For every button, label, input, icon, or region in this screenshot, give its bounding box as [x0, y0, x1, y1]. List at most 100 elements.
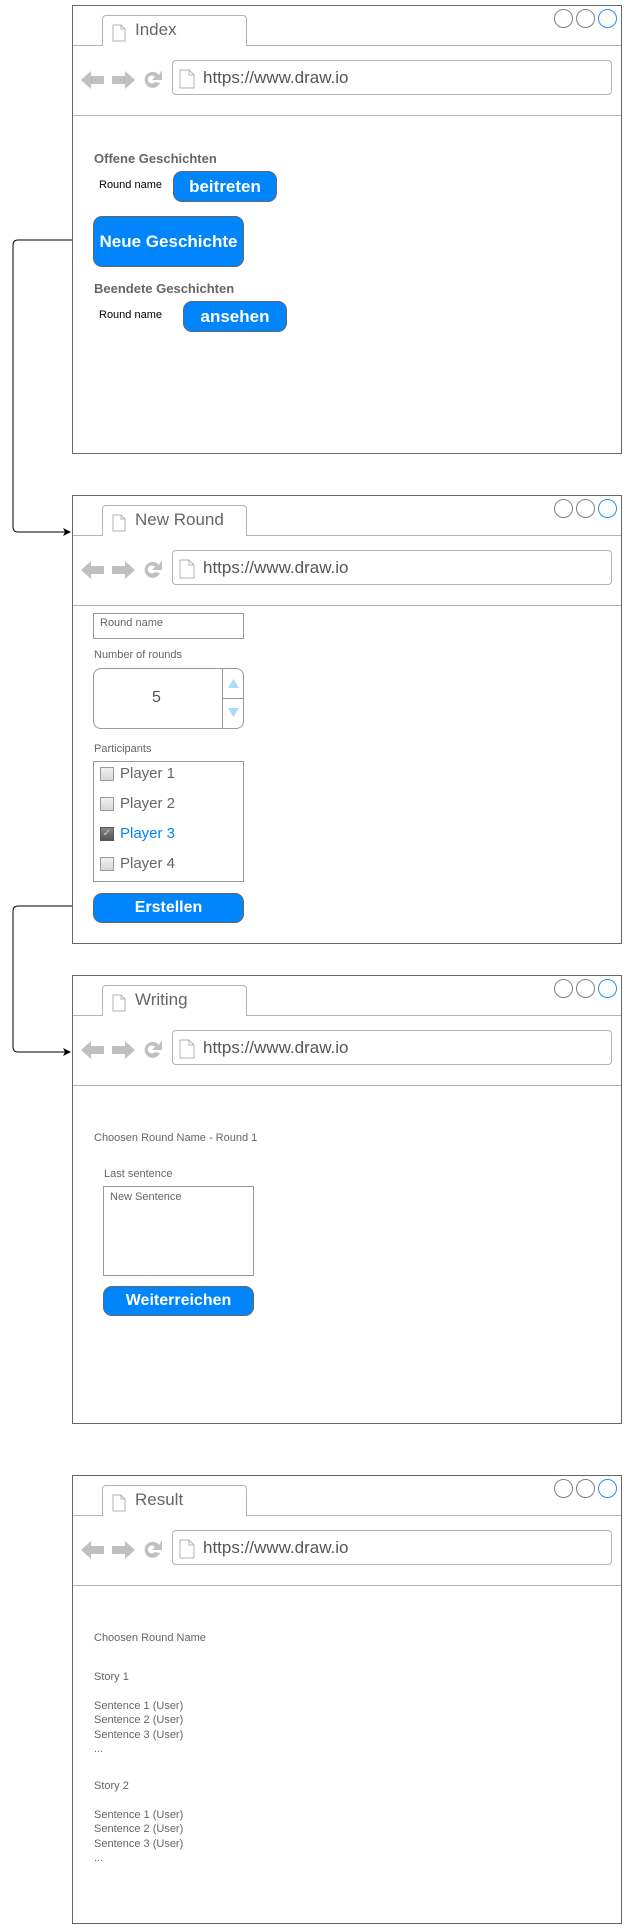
result-content: Choosen Round Name Story 1 Sentence 1 (U… [73, 1586, 621, 1923]
refresh-icon[interactable] [141, 1039, 163, 1061]
url-bar[interactable]: https://www.draw.io [172, 1030, 612, 1065]
rounds-label: Number of rounds [94, 649, 183, 661]
page-icon [112, 1494, 126, 1512]
index-content: Offene Geschichten Round name beitreten … [73, 116, 621, 453]
minimize-icon[interactable] [554, 499, 573, 518]
forward-arrow-icon[interactable] [111, 70, 135, 90]
participant-item[interactable]: Player 2 [100, 795, 175, 812]
browser-window-result: Result https://www.draw.io Choosen Round… [72, 1475, 622, 1924]
maximize-icon[interactable] [576, 979, 595, 998]
close-icon[interactable] [598, 9, 617, 28]
tab-new-round[interactable]: New Round [102, 505, 247, 536]
open-round-name: Round name [99, 179, 162, 191]
minimize-icon[interactable] [554, 1479, 573, 1498]
participant-item[interactable]: ✓ Player 3 [100, 825, 175, 842]
page-icon [179, 69, 195, 89]
page-icon [112, 24, 126, 42]
tab-title: Writing [135, 990, 188, 1009]
maximize-icon[interactable] [576, 1479, 595, 1498]
back-arrow-icon[interactable] [81, 1540, 105, 1560]
participant-item[interactable]: Player 4 [100, 855, 175, 872]
round-title: Choosen Round Name [94, 1632, 206, 1644]
forward-arrow-icon[interactable] [111, 1540, 135, 1560]
view-button[interactable]: ansehen [183, 301, 287, 332]
rounds-value: 5 [152, 689, 161, 706]
participants-list: Player 1 Player 2 ✓ Player 3 Player 4 [93, 761, 244, 882]
create-button[interactable]: Erstellen [93, 893, 244, 923]
forward-arrow-icon[interactable] [111, 1040, 135, 1060]
pass-on-button[interactable]: Weiterreichen [103, 1286, 254, 1316]
nav-buttons [81, 1539, 163, 1561]
nav-buttons [81, 69, 163, 91]
tab-index[interactable]: Index [102, 15, 247, 46]
sentence-textarea[interactable]: New Sentence [103, 1186, 254, 1276]
new-story-button[interactable]: Neue Geschichte [93, 216, 244, 267]
minimize-icon[interactable] [554, 9, 573, 28]
participants-label: Participants [94, 743, 152, 755]
close-icon[interactable] [598, 499, 617, 518]
story-block: Story 1 Sentence 1 (User) Sentence 2 (Us… [94, 1670, 183, 1757]
url-text: https://www.draw.io [203, 558, 349, 577]
close-icon[interactable] [598, 979, 617, 998]
window-controls [554, 9, 617, 28]
open-stories-heading: Offene Geschichten [94, 151, 217, 166]
new-round-content: Round name Number of rounds 5 Participan… [73, 606, 621, 943]
story-sentence: Sentence 2 (User) [94, 1823, 184, 1835]
page-icon [179, 559, 195, 579]
close-icon[interactable] [598, 1479, 617, 1498]
increment-icon[interactable] [228, 679, 239, 688]
story-sentence: Sentence 3 (User) [94, 1837, 184, 1850]
story-sentence: Sentence 1 (User) [94, 1699, 184, 1712]
checkbox[interactable] [100, 856, 114, 871]
refresh-icon[interactable] [141, 559, 163, 581]
page-icon [179, 1539, 195, 1559]
story-sentence: Sentence 3 (User) [94, 1728, 184, 1741]
decrement-icon[interactable] [228, 708, 239, 717]
url-text: https://www.draw.io [203, 68, 349, 87]
browser-window-writing: Writing https://www.draw.io Choosen Roun… [72, 975, 622, 1424]
url-bar[interactable]: https://www.draw.io [172, 550, 612, 585]
refresh-icon[interactable] [141, 69, 163, 91]
checkbox[interactable] [100, 766, 114, 781]
maximize-icon[interactable] [576, 9, 595, 28]
story-title: Story 1 [94, 1671, 129, 1683]
writing-content: Choosen Round Name - Round 1 Last senten… [73, 1086, 621, 1423]
tab-title: Index [135, 20, 177, 39]
nav-buttons [81, 559, 163, 581]
rounds-stepper[interactable]: 5 [93, 668, 244, 729]
url-bar[interactable]: https://www.draw.io [172, 1530, 612, 1565]
round-title: Choosen Round Name - Round 1 [94, 1132, 258, 1144]
checkbox-checked[interactable]: ✓ [100, 826, 114, 841]
round-name-input[interactable]: Round name [93, 613, 244, 639]
minimize-icon[interactable] [554, 979, 573, 998]
url-bar[interactable]: https://www.draw.io [172, 60, 612, 95]
url-text: https://www.draw.io [203, 1538, 349, 1557]
participant-label: Player 3 [120, 825, 176, 842]
back-arrow-icon[interactable] [81, 70, 105, 90]
join-button[interactable]: beitreten [173, 171, 277, 202]
story-block: Story 2 Sentence 1 (User) Sentence 2 (Us… [94, 1779, 183, 1866]
story-title: Story 2 [94, 1780, 129, 1792]
back-arrow-icon[interactable] [81, 560, 105, 580]
back-arrow-icon[interactable] [81, 1040, 105, 1060]
forward-arrow-icon[interactable] [111, 560, 135, 580]
finished-stories-heading: Beendete Geschichten [94, 281, 235, 296]
browser-window-index: Index https://www.draw.io Offene Geschic… [72, 5, 622, 454]
window-controls [554, 979, 617, 998]
finished-round-name: Round name [99, 309, 162, 321]
participant-label: Player 1 [120, 765, 176, 782]
story-sentence: Sentence 2 (User) [94, 1714, 184, 1726]
checkbox[interactable] [100, 796, 114, 811]
story-sentence: ... [94, 1852, 104, 1864]
tab-writing[interactable]: Writing [102, 985, 247, 1016]
participant-label: Player 4 [120, 855, 176, 872]
url-text: https://www.draw.io [203, 1038, 349, 1057]
page-icon [179, 1039, 195, 1059]
participant-item[interactable]: Player 1 [100, 765, 175, 782]
story-sentence: Sentence 1 (User) [94, 1808, 184, 1821]
maximize-icon[interactable] [576, 499, 595, 518]
page-icon [112, 514, 126, 532]
window-controls [554, 499, 617, 518]
tab-result[interactable]: Result [102, 1485, 247, 1516]
refresh-icon[interactable] [141, 1539, 163, 1561]
